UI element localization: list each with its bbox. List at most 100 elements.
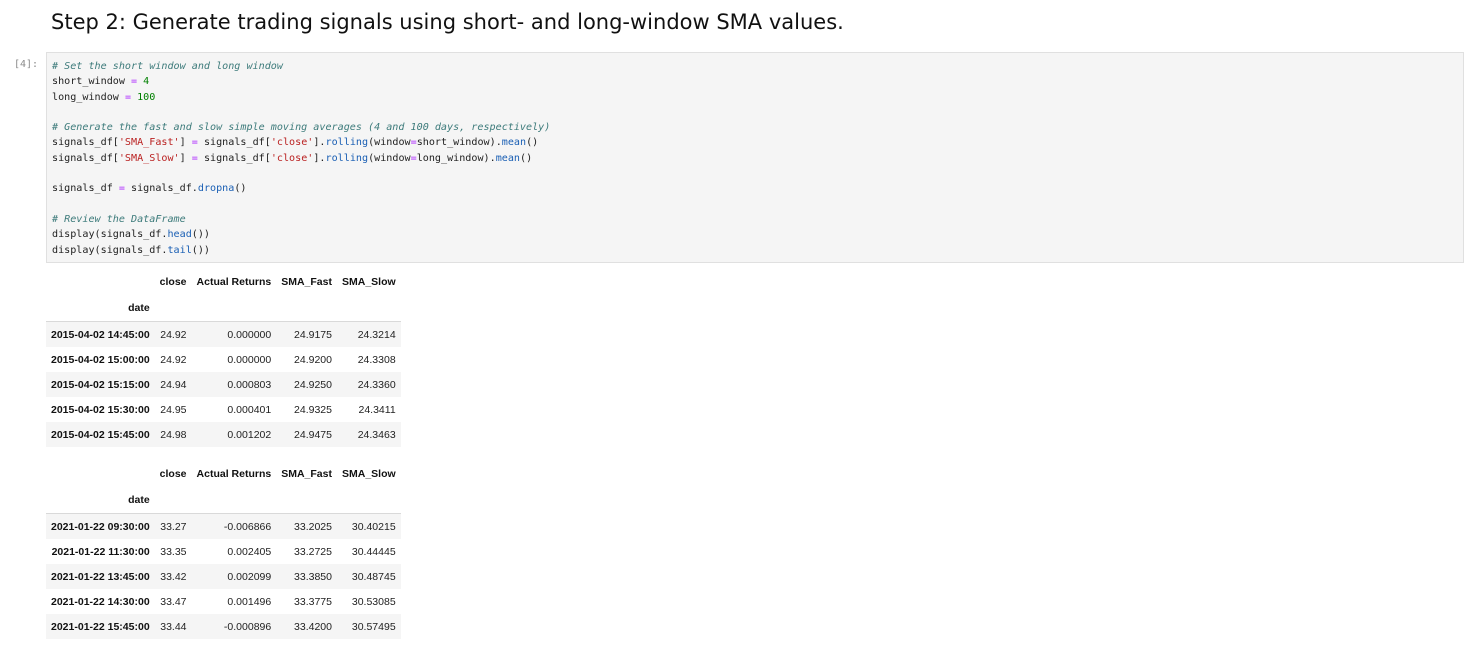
- blank-cell: [191, 487, 277, 514]
- code-token-plain: (window: [368, 152, 411, 164]
- column-header-actual-returns: Actual Returns: [196, 276, 272, 288]
- row-index-cell: 2021-01-22 09:30:00: [51, 520, 150, 533]
- table-cell: 24.9250: [294, 378, 332, 391]
- row-index-cell: 2015-04-02 15:45:00: [51, 428, 150, 441]
- table-cell: 33.2725: [294, 545, 332, 558]
- dataframe-tail-output: close Actual Returns SMA_Fast SMA_Slow d…: [46, 461, 401, 639]
- code-token-plain: display(signals_df.: [52, 229, 168, 241]
- row-index-cell: 2015-04-02 15:00:00: [51, 353, 150, 366]
- column-header-close: close: [159, 276, 187, 288]
- table-cell: 0.001496: [227, 595, 272, 608]
- code-line: # Generate the fast and slow simple movi…: [52, 120, 550, 135]
- code-token-number: 4: [143, 76, 150, 88]
- table-cell: 30.57495: [351, 620, 396, 633]
- table-cell: 33.27: [160, 520, 187, 533]
- table-cell: -0.000896: [223, 620, 272, 633]
- row-index-cell: 2021-01-22 15:45:00: [51, 620, 150, 633]
- table-cell: 0.002099: [227, 570, 272, 583]
- table-cell: 33.42: [160, 570, 187, 583]
- index-name-row: date: [46, 295, 401, 322]
- code-token-comment: # Set the short window and long window: [52, 61, 283, 72]
- table-cell: 24.94: [160, 378, 187, 391]
- markdown-heading: Step 2: Generate trading signals using s…: [51, 10, 844, 34]
- code-token-attr: tail: [167, 244, 192, 256]
- table-cell: 30.40215: [351, 520, 396, 533]
- code-token-string: 'SMA_Fast': [118, 137, 180, 149]
- code-token-number: 100: [137, 91, 156, 103]
- code-token-attr: rolling: [325, 137, 369, 149]
- table-cell: 33.47: [160, 595, 187, 608]
- table-cell: 33.3775: [294, 595, 332, 608]
- code-line: # Set the short window and long window: [52, 59, 550, 74]
- table-cell: 24.3463: [357, 428, 396, 441]
- code-token-attr: mean: [501, 137, 527, 149]
- column-header-actual-returns: Actual Returns: [196, 468, 272, 480]
- table-cell: 24.95: [160, 403, 187, 416]
- code-token-plain: signals_df[: [52, 152, 119, 164]
- table-row: 2015-04-02 14:45:00 24.92 0.000000 24.9175 2…: [46, 321, 401, 347]
- blank-cell: [336, 295, 401, 322]
- blank-cell: [154, 295, 192, 322]
- table-cell: 0.000000: [227, 328, 272, 341]
- table-cell: 24.9475: [294, 428, 332, 441]
- code-cell-editor[interactable]: # Set the short window and long window sh…: [46, 52, 1464, 263]
- table-cell: 24.3360: [357, 378, 396, 391]
- table-row: 2015-04-02 15:30:00 24.95 0.000401 24.9325 2…: [46, 397, 401, 422]
- code-line: short_window = 4: [52, 74, 550, 89]
- code-line: signals_df['SMA_Fast'] = signals_df['clo…: [52, 135, 550, 150]
- table-cell: 0.000401: [227, 403, 272, 416]
- code-token-plain: short_window: [52, 76, 132, 88]
- column-header-sma-slow: SMA_Slow: [341, 468, 396, 480]
- table-cell: 0.000803: [227, 378, 272, 391]
- table-cell: 24.9175: [294, 328, 332, 341]
- table-cell: 30.53085: [351, 595, 396, 608]
- code-token-plain: long_window).: [416, 152, 496, 164]
- dataframe-head-body: 2015-04-02 14:45:00 24.92 0.000000 24.9175 2…: [46, 321, 401, 447]
- table-cell: 33.2025: [294, 520, 332, 533]
- code-token-plain: ].: [313, 152, 326, 164]
- table-row: 2021-01-22 11:30:00 33.35 0.002405 33.2725 3…: [46, 539, 401, 564]
- index-name-row: date: [46, 487, 401, 514]
- code-token-comment: # Generate the fast and slow simple movi…: [52, 122, 551, 134]
- table-cell: 33.4200: [294, 620, 332, 633]
- code-token-plain: (): [526, 137, 539, 149]
- table-row: 2015-04-02 15:00:00 24.92 0.000000 24.9200 2…: [46, 347, 401, 372]
- table-cell: 24.3411: [358, 403, 396, 416]
- dataframe-head-output: close Actual Returns SMA_Fast SMA_Slow d…: [46, 269, 401, 447]
- row-index-cell: 2021-01-22 13:45:00: [51, 570, 150, 583]
- code-token-plain: signals_df[: [197, 137, 271, 149]
- table-cell: 24.92: [160, 353, 187, 366]
- code-token-plain: long_window: [52, 91, 125, 103]
- blank-cell: [154, 487, 192, 514]
- code-token-plain: (): [234, 183, 247, 195]
- table-cell: 0.001202: [227, 428, 272, 441]
- table-cell: 24.3308: [357, 353, 396, 366]
- blank-cell: [276, 487, 337, 514]
- table-row: 2021-01-22 13:45:00 33.42 0.002099 33.3850 3…: [46, 564, 401, 589]
- code-token-plain: signals_df.: [124, 183, 198, 195]
- code-token-plain: signals_df[: [52, 137, 119, 149]
- code-token-plain: ]: [179, 137, 192, 149]
- row-index-cell: 2015-04-02 15:30:00: [51, 403, 150, 416]
- code-token-string: 'close': [270, 152, 314, 164]
- code-line: display(signals_df.head()): [52, 227, 550, 242]
- code-token-attr: mean: [495, 152, 521, 164]
- table-cell: 24.3214: [357, 328, 396, 341]
- table-cell: 24.9200: [294, 353, 332, 366]
- code-token-comment: # Review the DataFrame: [52, 213, 186, 225]
- code-token-plain: signals_df: [52, 183, 119, 195]
- column-header-row: close Actual Returns SMA_Fast SMA_Slow: [46, 461, 401, 487]
- code-line: long_window = 100: [52, 90, 550, 105]
- column-header-sma-fast: SMA_Fast: [281, 468, 332, 480]
- index-header-blank: [46, 461, 155, 487]
- cell-execution-prompt: [4]:: [14, 59, 39, 70]
- row-index-cell: 2015-04-02 15:15:00: [51, 378, 150, 391]
- table-row: 2021-01-22 14:30:00 33.47 0.001496 33.3775 3…: [46, 589, 401, 614]
- code-line: signals_df['SMA_Slow'] = signals_df['clo…: [52, 151, 550, 166]
- table-row: 2015-04-02 15:45:00 24.98 0.001202 24.9475 2…: [46, 422, 401, 447]
- code-line: # Review the DataFrame: [52, 212, 550, 227]
- table-row: 2021-01-22 15:45:00 33.44 -0.000896 33.4200…: [46, 614, 401, 639]
- code-token-plain: (): [520, 152, 533, 164]
- code-token-string: 'SMA_Slow': [118, 152, 180, 164]
